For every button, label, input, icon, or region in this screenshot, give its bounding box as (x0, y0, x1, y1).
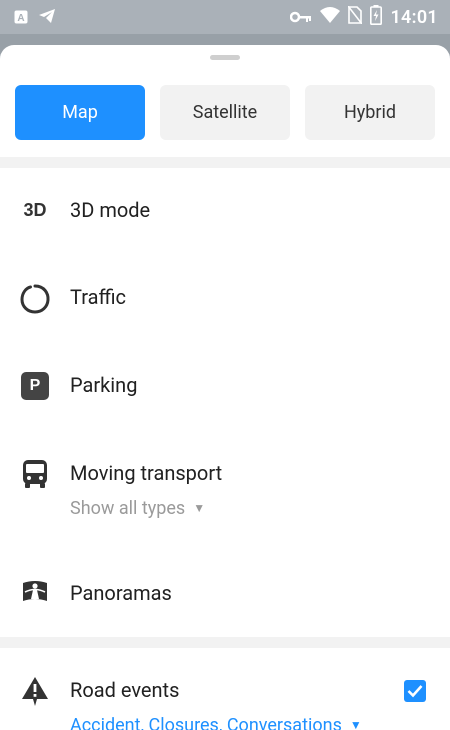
layer-road-events[interactable]: Road events Accident, Closures, Conversa… (0, 660, 450, 730)
telegram-icon (38, 8, 56, 28)
layer-moving-transport[interactable]: Moving transport Show all types ▼ (0, 443, 450, 533)
caret-down-icon: ▼ (349, 718, 362, 730)
no-sim-icon (347, 5, 364, 28)
layer-label: Panoramas (70, 581, 172, 605)
checkmark-icon (407, 685, 423, 698)
panorama-icon (18, 575, 52, 609)
map-type-hybrid-button[interactable]: Hybrid (305, 85, 435, 140)
traffic-ring-icon (18, 282, 52, 316)
section-divider (0, 637, 450, 648)
road-events-checkbox[interactable] (404, 680, 426, 702)
layer-label: 3D mode (70, 198, 151, 222)
svg-text:A: A (17, 13, 24, 24)
battery-charging-icon (370, 5, 383, 29)
layer-label: Moving transport (70, 461, 223, 485)
a-box-icon: A (14, 9, 28, 28)
bus-icon (18, 457, 52, 491)
wifi-icon (320, 7, 341, 27)
transport-types-dropdown[interactable]: Show all types ▼ (70, 498, 205, 519)
layers-sheet: Map Satellite Hybrid 3D 3D mode Traffic … (0, 45, 450, 730)
layer-3d-mode[interactable]: 3D 3D mode (0, 180, 450, 242)
layer-traffic[interactable]: Traffic (0, 267, 450, 329)
section-divider (0, 157, 450, 168)
map-type-selector: Map Satellite Hybrid (15, 85, 435, 140)
status-bar: A 14:01 (0, 0, 450, 34)
status-time: 14:01 (390, 6, 438, 28)
3d-icon: 3D (23, 199, 47, 220)
layer-label: Parking (70, 373, 138, 397)
warning-icon (18, 674, 52, 708)
caret-down-icon: ▼ (193, 501, 206, 515)
map-type-satellite-button[interactable]: Satellite (160, 85, 290, 140)
map-type-map-button[interactable]: Map (15, 85, 145, 140)
layer-label: Road events (70, 678, 180, 702)
key-icon (290, 8, 312, 27)
road-events-types-dropdown[interactable]: Accident, Closures, Conversations ▼ (70, 715, 362, 730)
layer-label: Traffic (70, 285, 127, 309)
layer-panoramas[interactable]: Panoramas (0, 563, 450, 625)
parking-icon: P (18, 369, 52, 403)
layer-parking[interactable]: P Parking (0, 355, 450, 417)
sheet-drag-handle[interactable] (210, 55, 240, 60)
